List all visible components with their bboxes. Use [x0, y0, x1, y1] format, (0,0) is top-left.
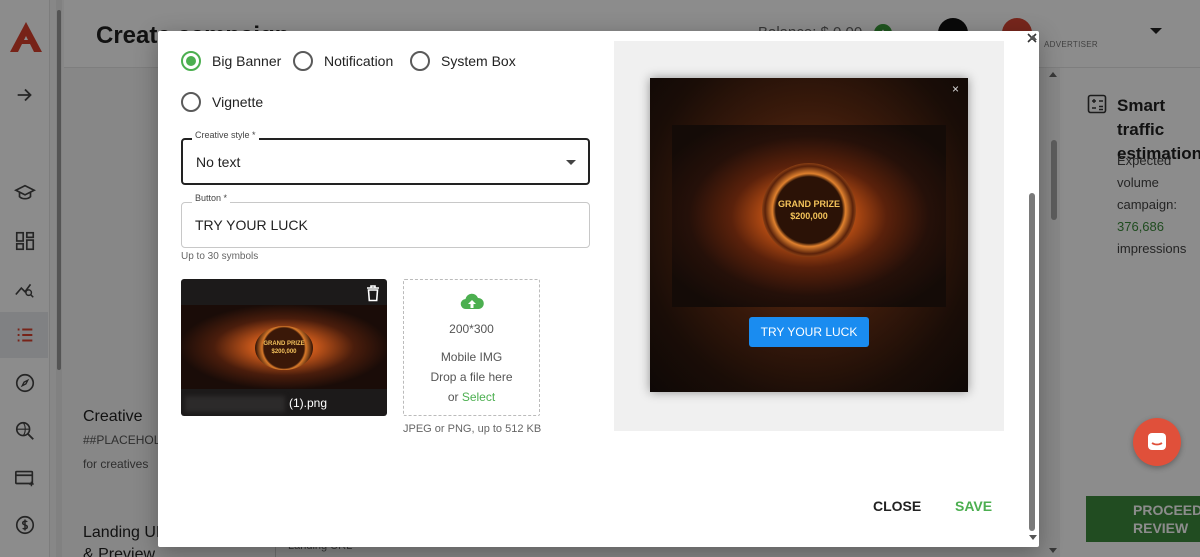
button-text-value: TRY YOUR LUCK [195, 217, 308, 233]
trash-icon[interactable] [365, 284, 381, 302]
upload-type: Mobile IMG [440, 350, 503, 364]
modal-scroll-down-icon[interactable] [1029, 535, 1037, 540]
chip-line-2: $200,000 [790, 211, 828, 221]
chat-icon [1148, 433, 1166, 450]
button-field-label: Button * [192, 193, 231, 203]
creative-modal: Big Banner Notification System Box Vigne… [158, 31, 1039, 547]
button-text-field[interactable]: TRY YOUR LUCK [181, 202, 590, 248]
creative-style-select[interactable]: No text [181, 138, 590, 185]
preview-image: GRAND PRIZE $200,000 [672, 125, 946, 307]
cloud-upload-icon [460, 293, 484, 310]
button-field-helper: Up to 30 symbols [181, 251, 259, 262]
preview-cta-button: TRY YOUR LUCK [749, 317, 869, 347]
upload-size: 200*300 [449, 322, 494, 336]
banner-preview: × GRAND PRIZE $200,000 TRY YOUR LUCK [650, 78, 968, 392]
radio-checked-icon [181, 51, 201, 71]
format-radio-big-banner[interactable]: Big Banner [181, 51, 281, 71]
uploaded-image-thumbnail: GRAND PRIZE $200,000 [181, 305, 387, 389]
chip-line-2: $200,000 [271, 349, 297, 355]
creative-style-value: No text [196, 154, 241, 170]
chevron-down-icon [566, 160, 576, 165]
upload-select-link[interactable]: Select [462, 390, 495, 404]
format-label: Vignette [212, 94, 264, 110]
grand-prize-chip: GRAND PRIZE $200,000 [762, 163, 856, 257]
format-radio-notification[interactable]: Notification [293, 51, 393, 71]
support-chat-button[interactable] [1133, 418, 1181, 466]
radio-unchecked-icon [410, 51, 430, 71]
radio-unchecked-icon [181, 92, 201, 112]
chip-line-1: GRAND PRIZE [777, 199, 840, 209]
format-label: Notification [324, 53, 394, 69]
preview-close-icon: × [952, 82, 960, 96]
format-label: Big Banner [212, 53, 282, 69]
upload-or-text: or [447, 390, 459, 404]
file-name: (1).png [289, 396, 328, 410]
creative-style-label: Creative style * [192, 130, 259, 140]
image-dropzone[interactable]: 200*300 Mobile IMG Drop a file here or S… [403, 279, 540, 416]
uploaded-image-card: GRAND PRIZE $200,000 (1).png [181, 279, 387, 416]
save-button[interactable]: SAVE [955, 498, 992, 514]
upload-hint: JPEG or PNG, up to 512 KB [403, 423, 542, 435]
redacted-filename [185, 396, 285, 412]
format-radio-system-box[interactable]: System Box [410, 51, 516, 71]
modal-scrollbar-thumb[interactable] [1029, 193, 1035, 531]
format-radio-vignette[interactable]: Vignette [181, 92, 263, 112]
modal-scroll-up-icon[interactable] [1029, 35, 1037, 40]
close-button[interactable]: CLOSE [873, 498, 921, 514]
upload-or-row: or Select [404, 390, 539, 404]
preview-panel: × GRAND PRIZE $200,000 TRY YOUR LUCK [614, 41, 1004, 431]
format-label: System Box [441, 53, 516, 69]
grand-prize-chip: GRAND PRIZE $200,000 [255, 326, 313, 370]
radio-unchecked-icon [293, 51, 313, 71]
upload-drop-text: Drop a file here [430, 370, 513, 384]
chip-line-1: GRAND PRIZE [263, 341, 305, 347]
file-name-bar: (1).png [181, 392, 387, 416]
